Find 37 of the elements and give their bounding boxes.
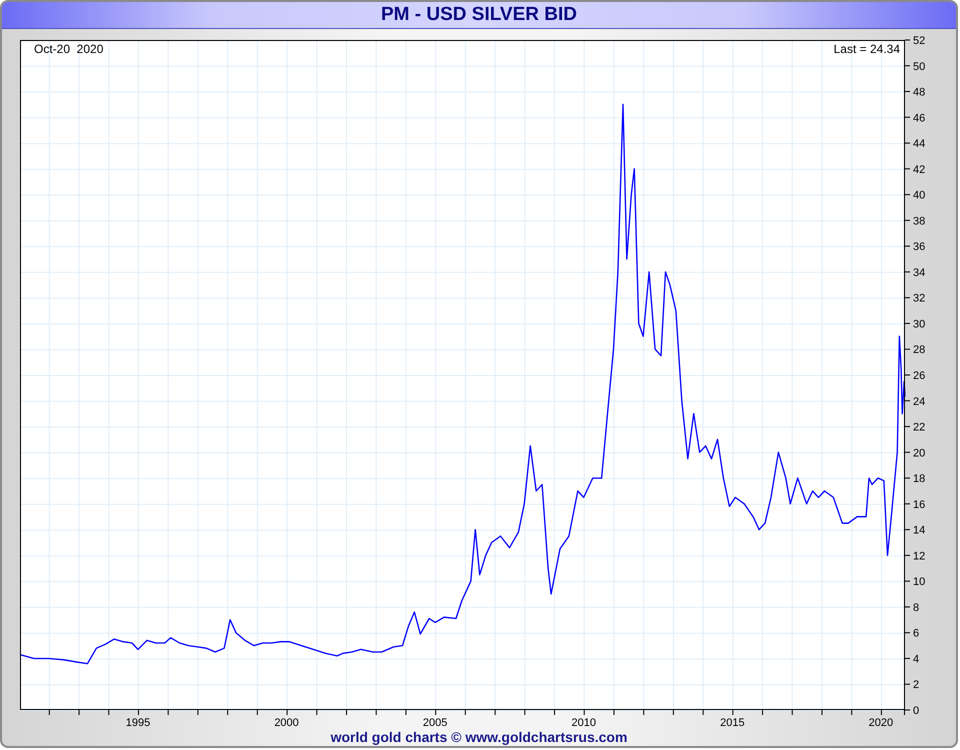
axis-label: 48	[913, 86, 926, 99]
axis-label: 14	[913, 525, 926, 537]
axis-label: 2	[913, 680, 920, 692]
axis-label: 1995	[126, 717, 150, 730]
credit-text: world gold charts © www.goldchartsrus.com	[330, 729, 628, 746]
axis-label: 26	[913, 370, 926, 382]
axis-label: 10	[913, 576, 926, 589]
axis-label: 6	[913, 628, 920, 640]
axis-label: 44	[913, 138, 926, 150]
axis-label: 46	[913, 112, 926, 125]
axis-label: 2015	[720, 717, 745, 730]
axis-label: 30	[913, 318, 926, 331]
axis-label: 38	[913, 216, 926, 228]
axis-label: 52	[913, 35, 926, 48]
axis-label: 22	[913, 422, 926, 434]
axis-label: 36	[913, 242, 926, 254]
axis-label: 42	[913, 164, 926, 176]
axis-label: 12	[913, 550, 926, 563]
chart-title: PM - USD SILVER BID	[381, 4, 577, 26]
date-label: Oct-20 2020	[34, 42, 104, 56]
axis-label: 16	[913, 499, 926, 512]
axis-label: 2020	[868, 717, 894, 730]
axis-label: 4	[913, 654, 920, 666]
axis-label: 40	[913, 190, 926, 202]
axis-label: 0	[913, 705, 920, 718]
axis-label: 18	[913, 473, 926, 486]
last-value-label: Last = 24.34	[834, 42, 900, 56]
axis-label: 2010	[572, 717, 596, 730]
axis-label: 8	[913, 602, 920, 614]
axis-label: 32	[913, 293, 926, 306]
axis-label: 20	[913, 448, 926, 460]
axis-label: 2005	[422, 717, 448, 730]
axis-label: 34	[913, 267, 926, 280]
axis-label: 28	[913, 344, 926, 357]
axis-label: 50	[913, 61, 926, 74]
axis-label: 2000	[274, 717, 299, 730]
axis-label: 24	[913, 396, 926, 408]
